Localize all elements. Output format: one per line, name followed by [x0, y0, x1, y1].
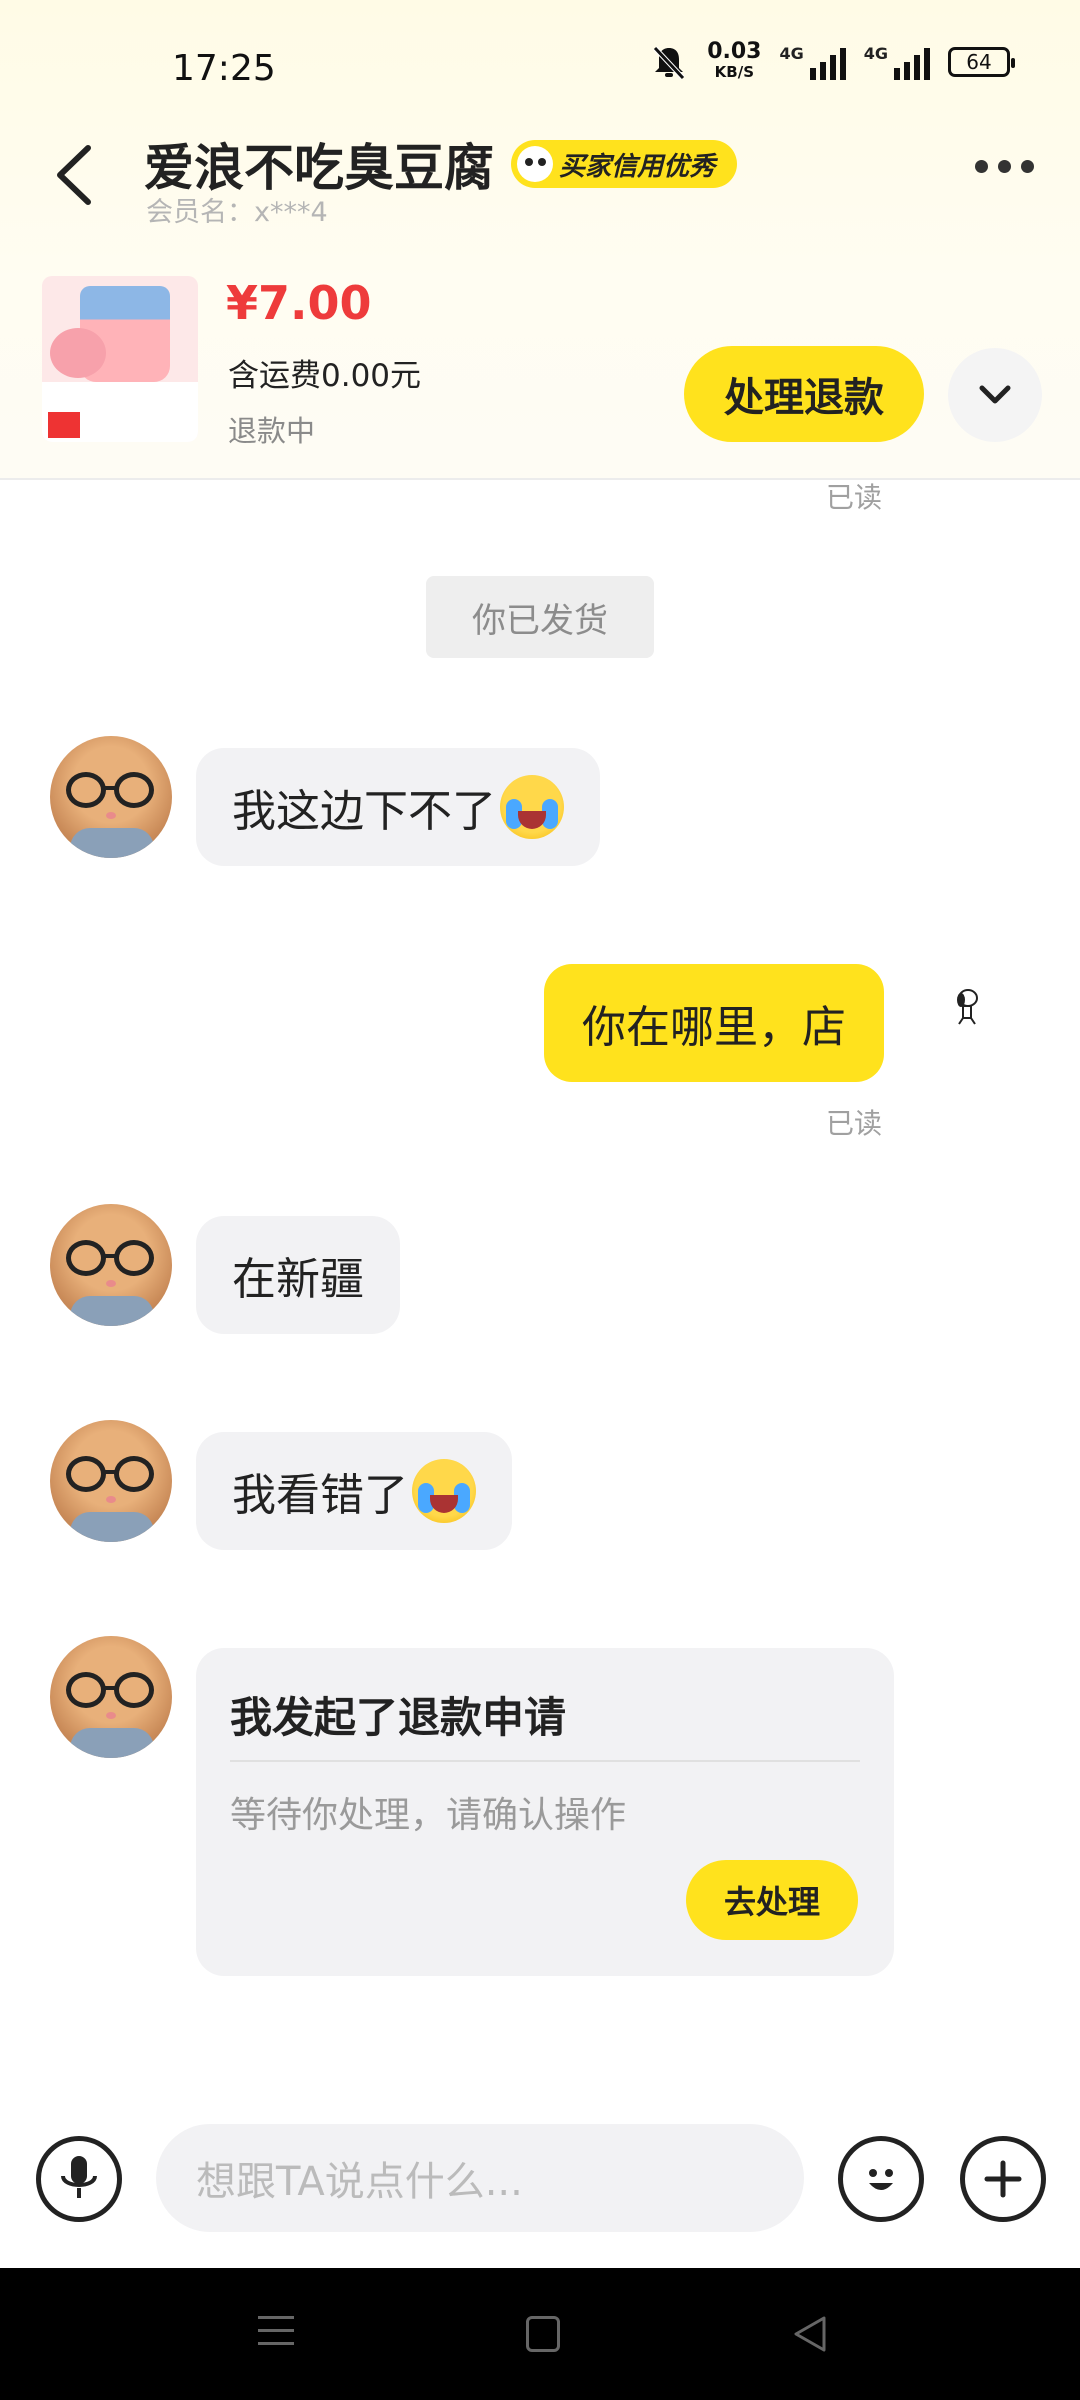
status-time: 17:25	[172, 48, 276, 89]
signal-label-2: 4G	[863, 44, 888, 63]
chevron-down-icon	[979, 385, 1011, 404]
sender-avatar-icon[interactable]	[948, 986, 984, 1026]
refund-card-description: 等待你处理，请确认操作	[230, 1795, 627, 1836]
crying-laughing-emoji-icon	[412, 1459, 476, 1523]
message-text: 我这边下不了	[232, 786, 496, 837]
incoming-message[interactable]: 在新疆	[196, 1216, 400, 1334]
handle-refund-button[interactable]: 处理退款	[684, 346, 924, 442]
refund-card-title: 我发起了退款申请	[230, 1693, 567, 1742]
message-text: 你在哪里，店	[582, 1002, 846, 1053]
signal-icon: 4G	[779, 44, 846, 80]
home-icon[interactable]	[526, 2316, 560, 2352]
crying-laughing-emoji-icon	[500, 775, 564, 839]
network-speed-unit: KB/S	[714, 63, 754, 81]
back-icon[interactable]	[48, 140, 102, 210]
badge-face-icon	[517, 146, 554, 182]
signal-icon-2: 4G	[864, 44, 930, 80]
network-speed-value: 0.03	[707, 39, 762, 64]
divider	[230, 1760, 860, 1762]
network-speed: 0.03 KB/S	[707, 39, 762, 82]
system-message: 你已发货	[426, 576, 654, 658]
product-thumbnail[interactable]	[42, 276, 198, 442]
read-receipt: 已读	[826, 1107, 883, 1140]
input-bar: 想跟TA说点什么...	[0, 2090, 1080, 2270]
battery-icon: 64	[948, 47, 1015, 77]
avatar[interactable]	[50, 736, 172, 858]
incoming-message[interactable]: 我这边下不了	[196, 748, 600, 866]
more-dots-icon[interactable]	[975, 160, 1034, 173]
go-handle-button[interactable]: 去处理	[686, 1860, 858, 1940]
message-text: 我看错了	[232, 1470, 408, 1521]
message-input[interactable]: 想跟TA说点什么...	[156, 2124, 804, 2232]
credit-badge[interactable]: 买家信用优秀	[511, 140, 738, 188]
shipping-fee: 含运费0.00元	[228, 358, 422, 394]
back-triangle-icon[interactable]	[790, 2314, 830, 2354]
incoming-message[interactable]: 我看错了	[196, 1432, 512, 1550]
read-receipt: 已读	[826, 481, 883, 514]
status-indicators: 0.03 KB/S 4G 4G 64	[649, 39, 1015, 82]
avatar[interactable]	[50, 1420, 172, 1542]
outgoing-message[interactable]: 你在哪里，店	[544, 964, 884, 1082]
avatar[interactable]	[50, 1204, 172, 1326]
plus-icon[interactable]	[960, 2136, 1046, 2222]
menu-icon[interactable]	[258, 2316, 294, 2352]
system-navigation-bar	[0, 2268, 1080, 2400]
order-status: 退款中	[228, 414, 316, 448]
product-price: ¥7.00	[226, 276, 372, 330]
smiley-icon[interactable]	[838, 2136, 924, 2222]
microphone-icon[interactable]	[36, 2136, 122, 2222]
credit-badge-label: 买家信用优秀	[559, 151, 716, 182]
status-bar: 17:25 0.03 KB/S 4G 4G 64	[0, 0, 1080, 130]
refund-request-card[interactable]: 我发起了退款申请 等待你处理，请确认操作 去处理	[196, 1648, 894, 1976]
expand-button[interactable]	[948, 348, 1042, 442]
message-text: 在新疆	[232, 1254, 364, 1305]
signal-label: 4G	[779, 44, 804, 63]
avatar[interactable]	[50, 1636, 172, 1758]
member-name: 会员名：x***4	[146, 197, 328, 228]
bell-off-icon	[653, 46, 686, 80]
